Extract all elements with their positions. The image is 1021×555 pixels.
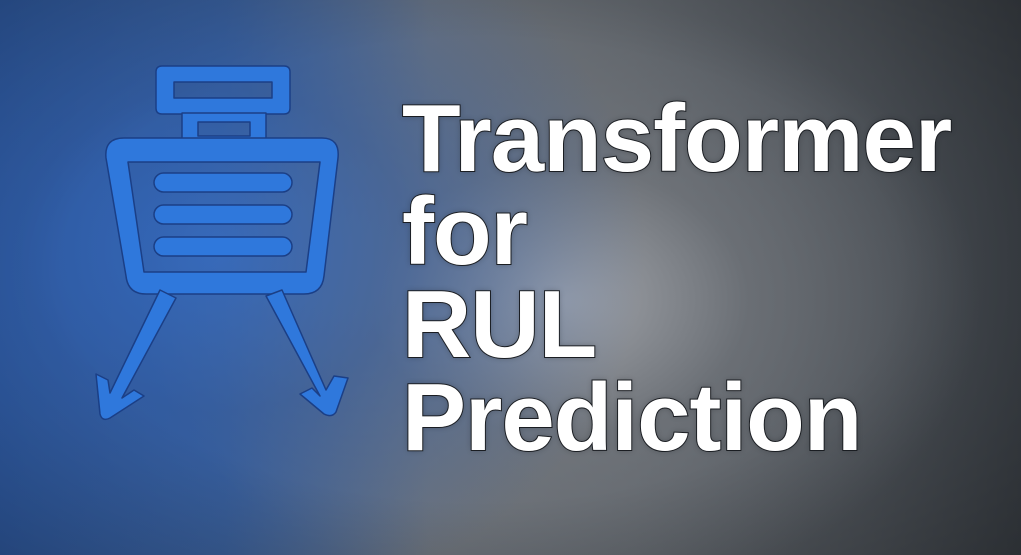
- transformer-icon: [95, 65, 349, 421]
- layer-bar-1: [153, 172, 293, 193]
- banner-title: Transformer for RUL Prediction: [401, 85, 953, 471]
- right-arrow: [265, 289, 349, 417]
- cap-frame: [155, 65, 291, 115]
- left-arrow: [95, 289, 177, 421]
- layer-bar-2: [153, 204, 293, 225]
- banner-background: Transformer for RUL Prediction: [0, 0, 1021, 555]
- title-line-1: Transformer: [401, 85, 953, 192]
- layer-bar-3: [153, 236, 293, 257]
- title-line-3: RUL: [401, 271, 598, 378]
- title-line-4: Prediction: [401, 364, 863, 471]
- title-line-2: for: [401, 178, 529, 285]
